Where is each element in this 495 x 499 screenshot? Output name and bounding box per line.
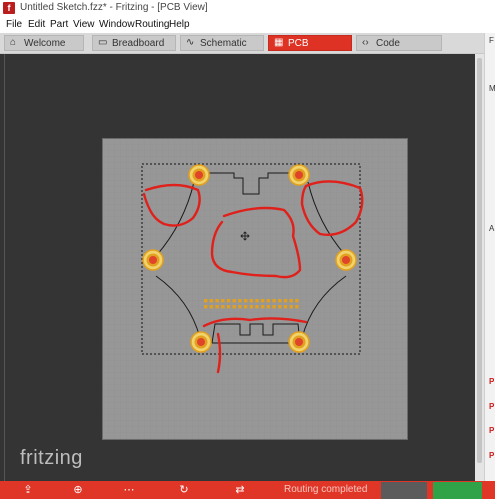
header-pin	[215, 299, 219, 303]
panel-letter: P	[489, 451, 495, 460]
window-title: Untitled Sketch.fzz* - Fritzing - [PCB V…	[20, 2, 208, 13]
panel-letter: P	[489, 402, 495, 411]
header-pin	[204, 299, 208, 303]
panel-letter: P	[489, 377, 495, 386]
header-pin	[255, 299, 259, 303]
rotate-icon[interactable]: ↻	[172, 483, 196, 497]
header-pin	[232, 299, 236, 303]
tab-welcome[interactable]: ⌂ Welcome	[4, 35, 84, 51]
tab-schematic[interactable]: ∿ Schematic	[180, 35, 264, 51]
header-pin	[289, 305, 293, 309]
header-pin	[221, 299, 225, 303]
menu-bar: File Edit Part View Window Routing Help	[0, 17, 495, 33]
schematic-icon: ∿	[186, 37, 195, 48]
header-pin	[243, 299, 248, 303]
header-pin	[283, 299, 288, 303]
code-icon: ‹›	[362, 37, 369, 48]
title-bar: f Untitled Sketch.fzz* - Fritzing - [PCB…	[0, 0, 495, 18]
fritzing-app-icon: f	[3, 2, 15, 14]
menu-part[interactable]: Part	[50, 19, 68, 30]
menu-file[interactable]: File	[6, 19, 22, 30]
header-pin	[221, 305, 225, 309]
menu-help[interactable]: Help	[169, 19, 190, 30]
menu-edit[interactable]: Edit	[28, 19, 45, 30]
breadboard-icon: ▭	[98, 37, 108, 48]
header-pin	[226, 299, 231, 303]
pcb-drawing[interactable]	[0, 54, 484, 481]
mounting-pad[interactable]	[190, 331, 212, 353]
header-pin	[232, 305, 236, 309]
panel-letter: P	[489, 426, 495, 435]
mounting-pad[interactable]	[188, 164, 210, 186]
view-from-button[interactable]	[381, 482, 427, 499]
header-pin	[272, 299, 276, 303]
tab-code-label: Code	[376, 38, 400, 49]
mounting-pad[interactable]	[335, 249, 357, 271]
view-tab-bar: ⌂ Welcome ▭ Breadboard ∿ Schematic ▦ PCB…	[0, 33, 484, 54]
pcb-icon: ▦	[274, 37, 284, 48]
header-pin	[289, 299, 293, 303]
add-icon[interactable]: ⊕	[66, 483, 90, 497]
header-pin	[238, 305, 242, 309]
tab-pcb[interactable]: ▦ PCB	[268, 35, 352, 51]
routing-status: Routing completed	[284, 484, 368, 495]
header-pin	[278, 305, 282, 309]
header-pin	[209, 299, 214, 303]
mounting-pad[interactable]	[288, 164, 310, 186]
welcome-icon: ⌂	[10, 37, 17, 48]
header-pin	[295, 299, 299, 303]
menu-routing[interactable]: Routing	[135, 19, 169, 30]
mounting-pad[interactable]	[288, 331, 310, 353]
fritzing-watermark-logo: fritzing	[20, 447, 83, 469]
header-pin	[215, 305, 219, 309]
header-pin	[278, 299, 282, 303]
header-pin	[266, 305, 271, 309]
header-pin	[204, 305, 208, 309]
panel-letter: A	[489, 224, 495, 233]
header-pin	[255, 305, 259, 309]
tab-welcome-label: Welcome	[24, 38, 66, 49]
menu-window[interactable]: Window	[99, 19, 135, 30]
header-pin	[283, 305, 288, 309]
header-pin	[249, 305, 253, 309]
header-pin	[266, 299, 271, 303]
mounting-pad[interactable]	[142, 249, 164, 271]
menu-view[interactable]: View	[73, 19, 95, 30]
tab-breadboard[interactable]: ▭ Breadboard	[92, 35, 176, 51]
inspector-panel	[484, 33, 495, 481]
tab-schematic-label: Schematic	[200, 38, 247, 49]
tab-breadboard-label: Breadboard	[112, 38, 165, 49]
scrollbar-thumb[interactable]	[477, 58, 482, 463]
tab-code[interactable]: ‹› Code	[356, 35, 442, 51]
panel-letter: M	[489, 84, 495, 93]
route-icon[interactable]: ⋯	[117, 483, 141, 497]
header-pin	[249, 299, 253, 303]
header-pin	[226, 305, 231, 309]
autoroute-icon[interactable]: ⇄	[228, 483, 252, 497]
header-pin	[209, 305, 214, 309]
tab-pcb-label: PCB	[288, 38, 309, 49]
header-pin	[238, 299, 242, 303]
header-pin	[243, 305, 248, 309]
header-pin	[261, 299, 265, 303]
export-button[interactable]	[433, 482, 482, 499]
panel-letter: F	[489, 36, 494, 45]
header-pin	[272, 305, 276, 309]
header-pin	[261, 305, 265, 309]
header-pin	[295, 305, 299, 309]
share-icon[interactable]: ⇪	[16, 483, 40, 497]
board-grid	[103, 139, 407, 439]
